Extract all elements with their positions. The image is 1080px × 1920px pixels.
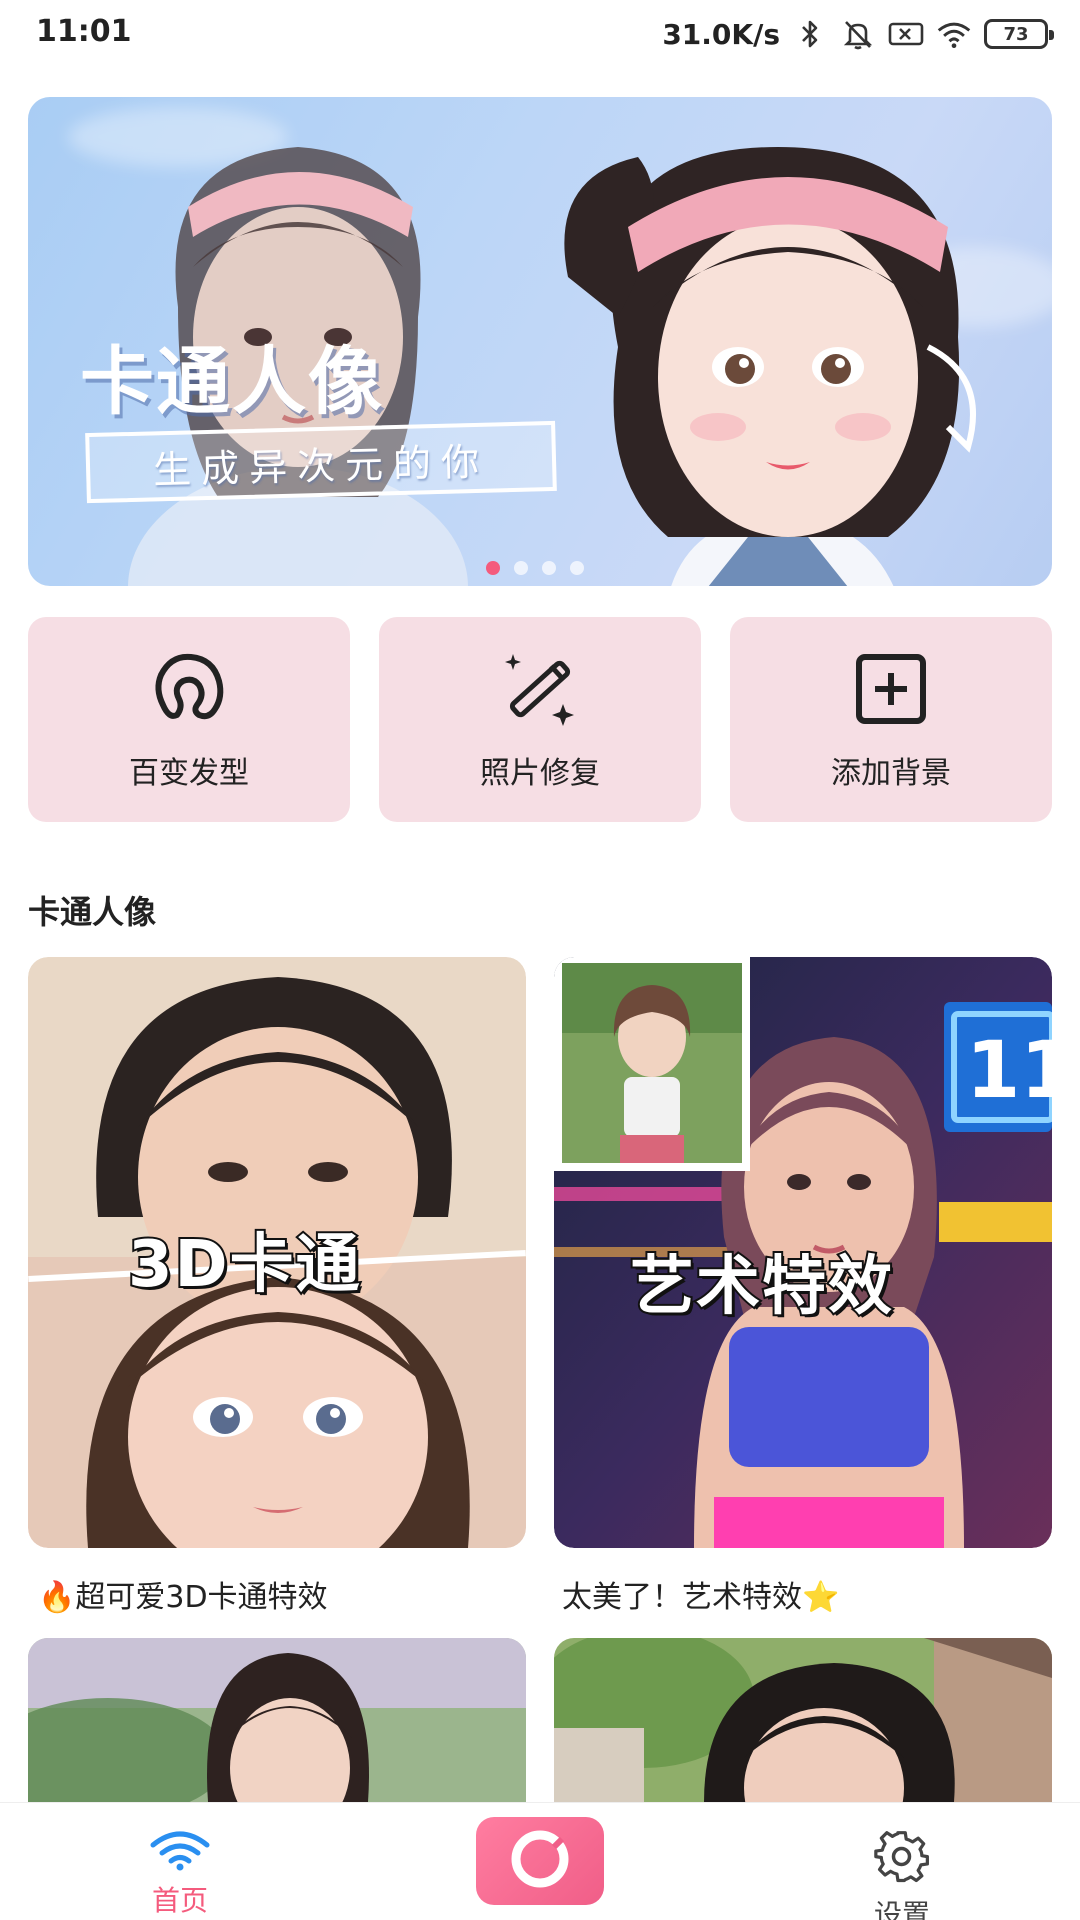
- nav-settings-tab[interactable]: 设置: [862, 1829, 942, 1920]
- effect-card[interactable]: [554, 1638, 1052, 1802]
- banner-subtitle-box: 生成异次元的你: [85, 420, 557, 504]
- card-caption[interactable]: 太美了！艺术特效⭐: [562, 1572, 839, 1616]
- feature-add-background-button[interactable]: 添加背景: [730, 617, 1052, 822]
- card-caption[interactable]: 🔥超可爱3D卡通特效: [38, 1572, 328, 1616]
- feature-photo-restore-label: 照片修复: [480, 755, 600, 791]
- bottom-navigation: 首页 设置: [0, 1802, 1080, 1920]
- banner-subtitle: 生成异次元的你: [152, 439, 490, 492]
- effect-card[interactable]: [28, 1638, 526, 1802]
- card-image-3d-cartoon: 3D卡通: [28, 957, 526, 1548]
- card-overlay-title: 艺术特效: [628, 1248, 894, 1326]
- card-photo: [28, 1638, 526, 1802]
- feature-tiles: 百变发型 照片修复 添加背景: [28, 617, 1052, 822]
- banner-title: 卡通人像: [80, 339, 384, 425]
- effect-card-3d-cartoon[interactable]: 3D卡通: [28, 957, 526, 1548]
- effect-card-art[interactable]: 11 艺术特效: [554, 957, 1052, 1548]
- section-title: 卡通人像: [28, 893, 157, 931]
- wifi-icon: [936, 16, 972, 52]
- card-photo: [554, 1638, 1052, 1802]
- feature-photo-restore-button[interactable]: 照片修复: [379, 617, 701, 822]
- gear-icon: [874, 1829, 930, 1889]
- sim-off-icon: [888, 16, 924, 52]
- nav-settings-label: 设置: [873, 1898, 930, 1920]
- hairstyle-icon: [148, 648, 230, 730]
- feature-hairstyle-button[interactable]: 百变发型: [28, 617, 350, 822]
- card-image-art: 11 艺术特效: [554, 957, 1052, 1548]
- status-time: 11:01: [36, 14, 132, 49]
- home-icon: [149, 1829, 211, 1875]
- carousel-indicator: [486, 561, 584, 575]
- banner-portrait-right: [564, 147, 976, 586]
- network-speed: 31.0K/s: [662, 17, 780, 51]
- nav-home-label: 首页: [151, 1884, 208, 1917]
- status-bar: 11:01 31.0K/s 73: [0, 0, 1080, 68]
- carousel-dot[interactable]: [514, 561, 528, 575]
- battery-icon: 73: [984, 19, 1054, 49]
- bluetooth-icon: [792, 16, 828, 52]
- hero-banner-carousel[interactable]: 卡通人像 生成异次元的你: [28, 97, 1052, 586]
- card-overlay-title: 3D卡通: [126, 1226, 362, 1304]
- camera-button[interactable]: [476, 1817, 604, 1905]
- status-icons: 31.0K/s 73: [662, 12, 1054, 56]
- add-square-icon: [850, 648, 932, 730]
- feature-add-background-label: 添加背景: [831, 755, 951, 791]
- carousel-dot-active[interactable]: [486, 561, 500, 575]
- nav-home-tab[interactable]: 首页: [140, 1829, 220, 1919]
- carousel-dot[interactable]: [570, 561, 584, 575]
- feature-hairstyle-label: 百变发型: [129, 755, 249, 791]
- camera-shutter-icon: [508, 1827, 572, 1895]
- mute-icon: [840, 16, 876, 52]
- magic-wand-icon: [499, 648, 581, 730]
- carousel-dot[interactable]: [542, 561, 556, 575]
- neon-sign-number: 11: [966, 1026, 1052, 1116]
